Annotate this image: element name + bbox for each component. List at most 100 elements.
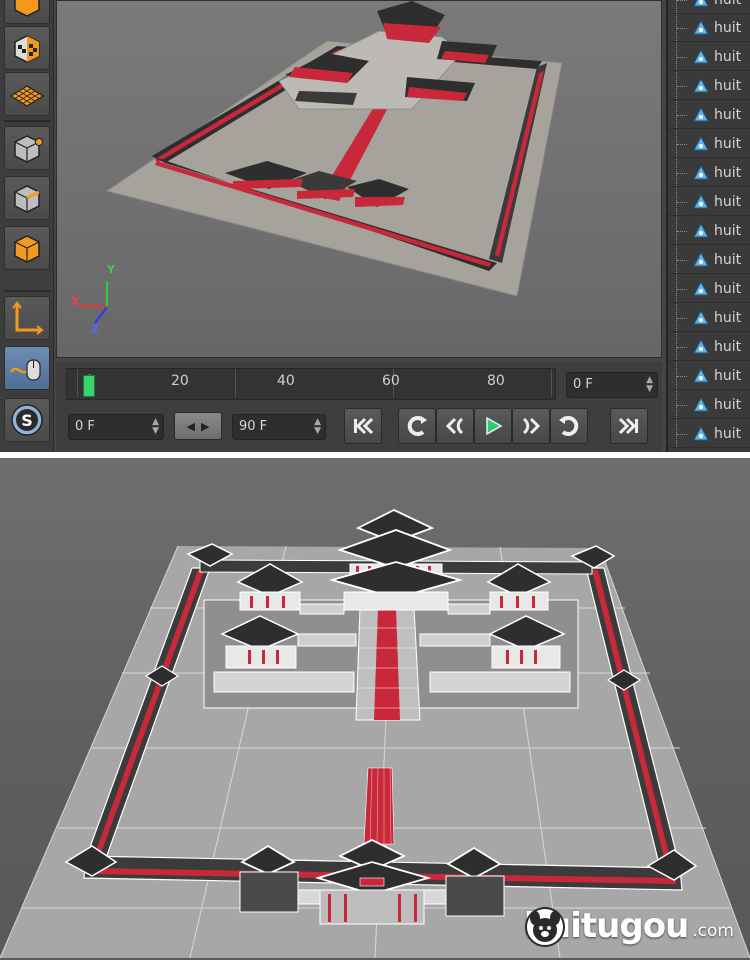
step-back-button[interactable] [436, 408, 474, 444]
object-name: huit [714, 251, 742, 268]
object-row[interactable]: huit [668, 188, 750, 216]
object-row[interactable]: huit [668, 130, 750, 158]
object-name: huit [714, 19, 742, 36]
tree-connector [676, 275, 696, 302]
object-name: huit [714, 135, 742, 152]
spinner-arrows-icon[interactable]: ▲ ▼ [152, 418, 159, 436]
range-toggle-button[interactable]: ◀ ▶ [174, 412, 222, 440]
object-row[interactable]: huit [668, 0, 750, 14]
points-mode-button[interactable] [4, 126, 50, 170]
tick-label: 60 [382, 373, 400, 389]
object-name: huit [714, 48, 742, 65]
tree-connector [676, 391, 696, 418]
viewport-closeup[interactable]: huitugou .com [0, 458, 750, 960]
skip-to-end-icon [618, 417, 638, 435]
major-tick [551, 369, 552, 397]
tweak-mode-icon [9, 359, 41, 381]
cinema4d-screenshot: S X Y Z 20 40 60 80 0 F ▲ ▼ 0 F ▲ ▼ ◀ ▶ … [0, 0, 750, 452]
tree-connector [676, 362, 696, 389]
step-back-icon [445, 417, 464, 435]
play-button[interactable] [474, 408, 512, 444]
tick-label: 40 [277, 373, 295, 389]
object-row[interactable]: huit [668, 217, 750, 245]
snap-icon: S [11, 404, 43, 436]
polygons-mode-button[interactable] [4, 226, 50, 270]
tree-connector [676, 72, 696, 99]
spinner-arrows-icon[interactable]: ▲ ▼ [314, 418, 321, 436]
axis-mode-icon [12, 301, 44, 335]
tree-connector [676, 246, 696, 273]
workplane-icon [9, 85, 45, 107]
left-arrow-icon: ◀ [186, 419, 195, 433]
tweak-mode-button[interactable] [4, 346, 50, 390]
transport-bar: 0 F ▲ ▼ ◀ ▶ 90 F ▲ ▼ [56, 402, 662, 452]
skip-to-start-icon [354, 417, 374, 435]
red-carpet-south [363, 767, 395, 845]
snap-button[interactable]: S [4, 398, 50, 442]
axis-x-label: X [71, 295, 80, 308]
3d-viewport[interactable]: X Y Z [56, 0, 662, 358]
workplane-button[interactable] [4, 72, 50, 116]
edges-mode-icon [14, 185, 40, 213]
object-row[interactable]: huit [668, 43, 750, 71]
object-row[interactable]: huit [668, 159, 750, 187]
previous-key-icon [407, 416, 427, 436]
svg-text:S: S [21, 411, 33, 430]
object-name: huit [714, 280, 742, 297]
object-name: huit [714, 193, 742, 210]
object-row[interactable]: huit [668, 362, 750, 390]
axis-mode-button[interactable] [4, 296, 50, 340]
object-name: huit [714, 367, 742, 384]
texture-mode-icon [14, 35, 40, 63]
object-row[interactable]: huit [668, 333, 750, 361]
toolbar-separator [4, 290, 50, 292]
toolbar-separator [4, 120, 50, 122]
step-forward-button[interactable] [512, 408, 550, 444]
watermark: huitugou .com [524, 906, 734, 947]
current-frame-value: 0 F [573, 377, 593, 392]
major-tick [235, 369, 236, 397]
object-manager: huit huit huit huit huit huit huit huit … [666, 0, 750, 452]
object-name: huit [714, 425, 742, 442]
axis-z-label: Z [91, 323, 99, 336]
tree-connector [676, 0, 696, 13]
object-row[interactable]: huit [668, 391, 750, 419]
start-frame-value: 0 F [75, 419, 95, 434]
model-mode-button[interactable] [4, 0, 50, 24]
object-name: huit [714, 396, 742, 413]
playhead-marker[interactable] [83, 375, 95, 397]
dog-logo-icon [524, 907, 565, 947]
tree-connector [676, 188, 696, 215]
object-name: huit [714, 222, 742, 239]
points-mode-icon [14, 135, 43, 163]
tree-connector [676, 420, 696, 447]
goto-end-button[interactable] [610, 408, 648, 444]
start-frame-field[interactable]: 0 F ▲ ▼ [68, 414, 164, 440]
prev-key-button[interactable] [398, 408, 436, 444]
object-row[interactable]: huit [668, 101, 750, 129]
texture-mode-button[interactable] [4, 26, 50, 70]
goto-start-button[interactable] [344, 408, 382, 444]
end-frame-value: 90 F [239, 419, 268, 434]
object-row[interactable]: huit [668, 14, 750, 42]
tree-connector [676, 101, 696, 128]
step-forward-icon [522, 417, 541, 435]
timeline-ruler[interactable]: 0 20 40 60 80 [66, 368, 556, 400]
tree-connector [676, 217, 696, 244]
closeup-scene [0, 508, 750, 959]
tree-connector [676, 130, 696, 157]
object-row[interactable]: huit [668, 246, 750, 274]
current-frame-field[interactable]: 0 F ▲ ▼ [566, 372, 658, 398]
object-name: huit [714, 309, 742, 326]
object-row[interactable]: huit [668, 304, 750, 332]
object-row[interactable]: huit [668, 72, 750, 100]
edges-mode-button[interactable] [4, 176, 50, 220]
object-row[interactable]: huit [668, 275, 750, 303]
axis-gizmo [78, 281, 108, 324]
spinner-arrows-icon[interactable]: ▲ ▼ [646, 376, 653, 394]
object-row[interactable]: huit [668, 420, 750, 448]
end-frame-field[interactable]: 90 F ▲ ▼ [232, 414, 326, 440]
main-palace [203, 508, 579, 721]
next-key-button[interactable] [550, 408, 588, 444]
timeline: 0 20 40 60 80 0 F ▲▼ [56, 362, 662, 402]
